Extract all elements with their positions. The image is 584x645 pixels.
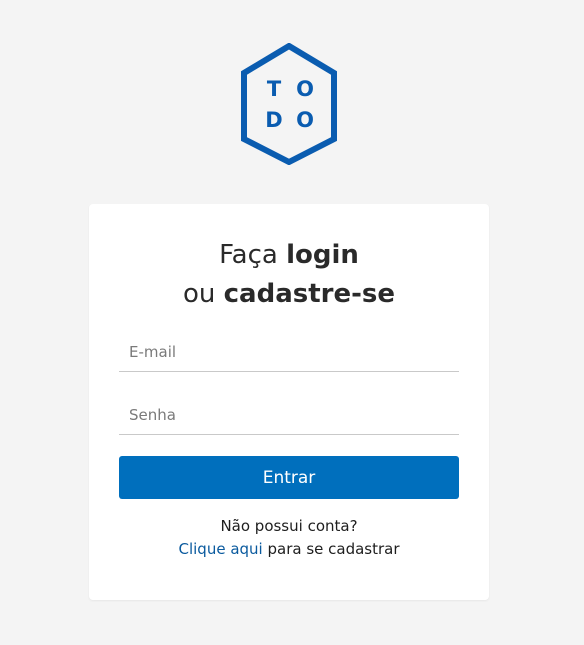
signup-link[interactable]: Clique aqui (178, 540, 262, 558)
logo-letter-d: D (265, 108, 282, 132)
password-field[interactable] (119, 395, 459, 435)
heading-signup-word: cadastre-se (223, 279, 396, 309)
logo-hexagon (241, 43, 337, 165)
login-button[interactable]: Entrar (119, 456, 459, 499)
login-card: Faça login ou cadastre-se Entrar Não pos… (89, 204, 489, 600)
todo-logo: T O D O (241, 43, 337, 165)
logo-letter-o: O (296, 77, 314, 101)
heading-line-1-prefix: Faça (219, 240, 287, 270)
logo-letter-o-2: O (296, 108, 314, 132)
heading-line-2: ou cadastre-se (89, 275, 489, 314)
signup-link-suffix: para se cadastrar (262, 540, 400, 558)
heading-line-2-prefix: ou (182, 279, 224, 309)
email-field[interactable] (119, 332, 459, 372)
login-heading: Faça login ou cadastre-se (89, 236, 489, 314)
signup-question: Não possui conta? (220, 517, 358, 535)
signup-prompt: Não possui conta? Clique aqui para se ca… (89, 515, 489, 561)
heading-login-word: login (286, 240, 359, 270)
heading-line-1: Faça login (89, 236, 489, 275)
logo-letter-t: T (267, 77, 282, 101)
signup-line: Clique aqui para se cadastrar (89, 538, 489, 561)
